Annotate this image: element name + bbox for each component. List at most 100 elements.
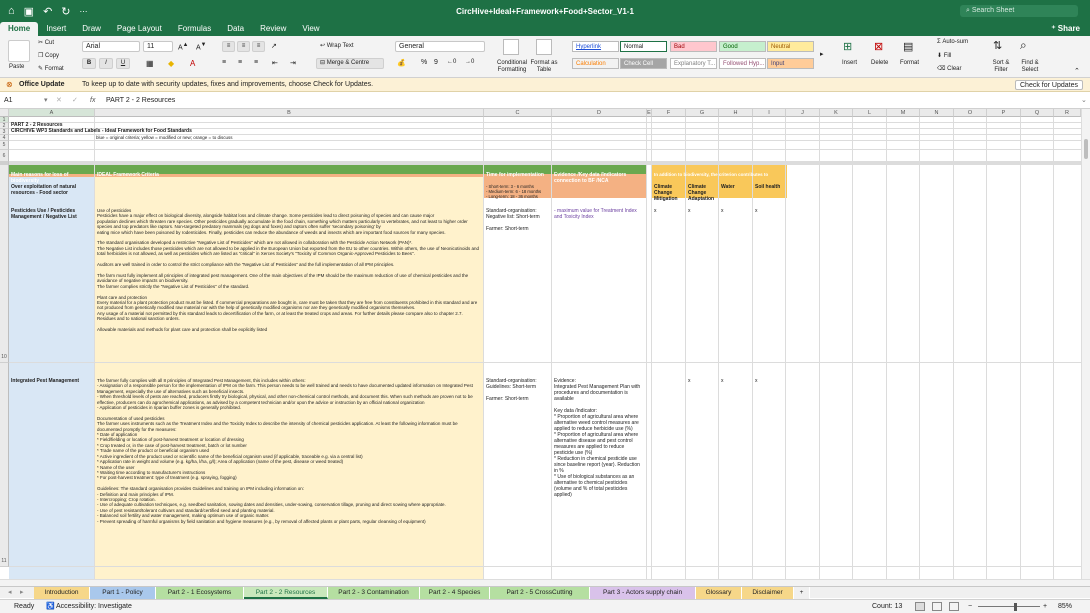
shrink-font-icon[interactable]: A▼ bbox=[196, 42, 206, 51]
cell-style-neutral[interactable]: Neutral bbox=[767, 41, 814, 52]
decrease-decimal-icon[interactable]: →0 bbox=[465, 59, 474, 65]
undo-icon[interactable]: ↶ bbox=[43, 5, 52, 18]
conditional-formatting-icon[interactable] bbox=[503, 39, 519, 55]
cell-b10[interactable]: Use of pesticides Pesticides have a majo… bbox=[96, 207, 483, 373]
save-icon[interactable]: ▣ bbox=[24, 5, 34, 18]
cell-h11[interactable]: x bbox=[720, 377, 740, 385]
ribbon-tab-data[interactable]: Data bbox=[219, 22, 252, 36]
borders-icon[interactable]: ▦ bbox=[146, 59, 154, 68]
home-icon[interactable]: ⌂ bbox=[8, 5, 15, 17]
normal-view-icon[interactable] bbox=[915, 602, 925, 611]
percent-button[interactable]: % bbox=[421, 59, 427, 66]
bold-button[interactable]: B bbox=[82, 58, 96, 69]
cell-f6[interactable]: Climate Change Mitigation bbox=[653, 183, 685, 203]
underline-button[interactable]: U bbox=[116, 58, 130, 69]
column-header-b[interactable]: B bbox=[95, 109, 484, 117]
format-painter-button[interactable]: ✎ Format bbox=[38, 65, 64, 72]
row-header-6[interactable]: 6 bbox=[0, 150, 9, 162]
column-header-m[interactable]: M bbox=[887, 109, 920, 117]
cell-g6[interactable]: Climate Change Adaptation bbox=[687, 183, 719, 203]
horizontal-scrollbar[interactable] bbox=[0, 579, 1090, 586]
sheet-tab-part-2-3-contamination[interactable]: Part 2 - 3 Contamination bbox=[328, 587, 420, 599]
fill-color-icon[interactable]: ◆ bbox=[168, 59, 174, 68]
cell-c6[interactable]: - Short-term: 3 - 6 months - Medium-term… bbox=[485, 183, 551, 200]
grow-font-icon[interactable]: A▲ bbox=[178, 42, 188, 51]
increase-decimal-icon[interactable]: ←0 bbox=[447, 59, 456, 65]
align-middle-icon[interactable]: ≡ bbox=[237, 41, 250, 52]
ribbon-tab-formulas[interactable]: Formulas bbox=[170, 22, 219, 36]
column-header-j[interactable]: J bbox=[786, 109, 820, 117]
column-header-q[interactable]: Q bbox=[1021, 109, 1054, 117]
font-name-select[interactable]: Arial bbox=[82, 41, 140, 52]
cell-c10[interactable]: Standard-organisation: Negative list: Sh… bbox=[485, 207, 551, 233]
align-bottom-icon[interactable]: ≡ bbox=[252, 41, 265, 52]
decrease-indent-icon[interactable]: ⇤ bbox=[272, 59, 278, 67]
cell-style-hyperlink[interactable]: Hyperlink bbox=[572, 41, 619, 52]
find-icon[interactable]: ⌕ bbox=[1020, 38, 1027, 53]
column-header-n[interactable]: N bbox=[920, 109, 954, 117]
expand-formula-icon[interactable]: ⌄ bbox=[1081, 93, 1087, 109]
cell-a6[interactable]: Over exploitation of natural resources -… bbox=[10, 183, 94, 197]
copy-button[interactable]: ❐ Copy bbox=[38, 52, 59, 59]
increase-indent-icon[interactable]: ⇥ bbox=[290, 59, 296, 67]
cancel-formula-icon[interactable]: ✕ bbox=[56, 93, 62, 109]
sheet-tab-part-1-policy[interactable]: Part 1 - Policy bbox=[90, 587, 156, 599]
wrap-text-button[interactable]: ↩ Wrap Text bbox=[320, 42, 354, 49]
align-right-icon[interactable]: ≡ bbox=[254, 59, 258, 66]
cell-style-calculation[interactable]: Calculation bbox=[572, 58, 619, 69]
ribbon-tab-view[interactable]: View bbox=[294, 22, 327, 36]
cell-style-input[interactable]: Input bbox=[767, 58, 814, 69]
align-left-icon[interactable]: ≡ bbox=[222, 59, 226, 66]
cell-c5[interactable]: Time for implementation bbox=[485, 171, 551, 179]
number-format-select[interactable]: General bbox=[395, 41, 485, 52]
formula-input[interactable]: PART 2 - 2 Resources bbox=[106, 93, 175, 109]
format-as-table-icon[interactable] bbox=[536, 39, 552, 55]
cell-a10[interactable]: Pesticides Use / Pesticides Management /… bbox=[10, 207, 94, 221]
sheet-tab-introduction[interactable]: Introduction bbox=[34, 587, 90, 599]
currency-icon[interactable]: 💰 bbox=[397, 59, 406, 67]
add-sheet-button[interactable]: + bbox=[794, 587, 810, 599]
cell-h6[interactable]: Water bbox=[720, 183, 752, 191]
redo-icon[interactable]: ↻ bbox=[61, 5, 70, 18]
page-break-view-icon[interactable] bbox=[949, 602, 959, 611]
sheet-tab-glossary[interactable]: Glossary bbox=[696, 587, 742, 599]
cell-b3[interactable]: blue = original criteria; yellow = modif… bbox=[95, 134, 475, 142]
cell-style-normal[interactable]: Normal bbox=[620, 41, 667, 52]
cell-f5[interactable]: In addition to biodiversity, the criteri… bbox=[653, 171, 786, 179]
column-header-h[interactable]: H bbox=[719, 109, 753, 117]
sheet-tab-part-2-4-species[interactable]: Part 2 - 4 Species bbox=[420, 587, 490, 599]
fx-icon[interactable]: fx bbox=[90, 93, 95, 109]
column-header-f[interactable]: F bbox=[652, 109, 686, 117]
column-header-r[interactable]: R bbox=[1054, 109, 1081, 117]
cell-d10[interactable]: - maximum value for Treatment Index and … bbox=[553, 207, 646, 221]
cell-g11[interactable]: x bbox=[687, 377, 707, 385]
status-accessibility[interactable]: Accessibility: Investigate bbox=[56, 600, 132, 613]
italic-button[interactable]: I bbox=[99, 58, 113, 69]
format-button[interactable]: Format bbox=[900, 60, 919, 66]
vertical-scroll-thumb[interactable] bbox=[1084, 139, 1088, 159]
align-top-icon[interactable]: ≡ bbox=[222, 41, 235, 52]
gallery-more-icon[interactable]: ▸ bbox=[820, 50, 824, 58]
share-button[interactable]: ⁺ Share bbox=[1051, 22, 1080, 36]
column-header-k[interactable]: K bbox=[820, 109, 853, 117]
row-header-11[interactable]: 11 bbox=[0, 363, 9, 567]
name-box[interactable]: A1 bbox=[4, 93, 44, 109]
delete-cells-icon[interactable]: ⊠ bbox=[874, 40, 883, 53]
insert-button[interactable]: Insert bbox=[842, 60, 857, 66]
column-header-l[interactable]: L bbox=[853, 109, 887, 117]
row-header-5[interactable]: 5 bbox=[0, 141, 9, 150]
cut-button[interactable]: ✂ Cut bbox=[38, 39, 54, 46]
autosum-button[interactable]: Σ Auto-sum bbox=[937, 39, 968, 45]
sort-filter-icon[interactable]: ⇅ bbox=[993, 39, 1002, 52]
paste-button[interactable]: Paste bbox=[9, 64, 24, 70]
ribbon-tab-insert[interactable]: Insert bbox=[38, 22, 74, 36]
zoom-slider[interactable] bbox=[978, 606, 1040, 607]
cell-style-explanatory-t[interactable]: Explanatory T... bbox=[670, 58, 717, 69]
comma-button[interactable]: 9 bbox=[434, 59, 438, 66]
search-sheet-input[interactable]: ⌕ Search Sheet bbox=[960, 5, 1078, 17]
page-layout-view-icon[interactable] bbox=[932, 602, 942, 611]
column-header-g[interactable]: G bbox=[686, 109, 719, 117]
cell-style-bad[interactable]: Bad bbox=[670, 41, 717, 52]
zoom-out-icon[interactable]: − bbox=[968, 600, 972, 613]
zoom-slider-thumb[interactable] bbox=[1014, 603, 1017, 611]
